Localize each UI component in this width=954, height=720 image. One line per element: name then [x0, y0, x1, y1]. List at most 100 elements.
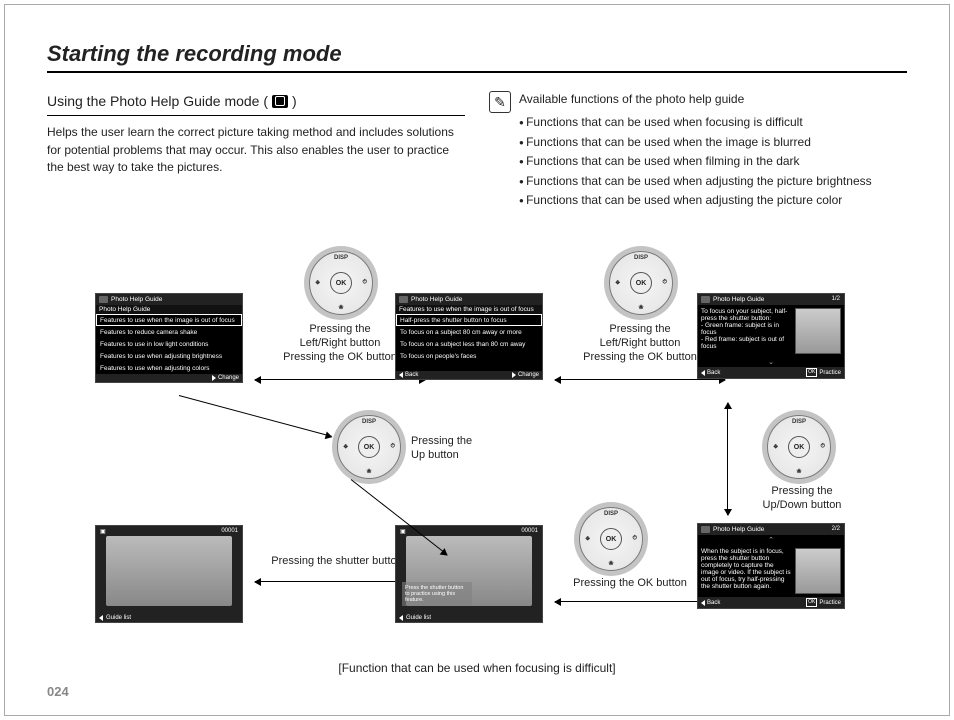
page-indicator: 1/2 — [832, 296, 840, 302]
chevron-down-icon: ⌄ — [698, 357, 844, 367]
pad-bottom-icon: ❀ — [366, 468, 371, 475]
flow-diagram: Photo Help Guide Photo Help Guide Featur… — [47, 245, 907, 675]
footer-back: Back — [405, 372, 418, 378]
ok-box-icon: OK — [806, 598, 817, 607]
guide-icon — [701, 526, 710, 533]
camera-lcd-menu-1: Photo Help Guide Photo Help Guide Featur… — [95, 293, 243, 383]
two-column-intro: Using the Photo Help Guide mode ( ) Help… — [47, 91, 907, 211]
footer-change: Change — [218, 375, 239, 381]
ok-button-icon: OK — [358, 436, 380, 458]
pad-top-label: DISP — [792, 419, 806, 425]
pad-bottom-icon: ❀ — [796, 468, 801, 475]
pad-top-label: DISP — [362, 419, 376, 425]
functions-bullet-list: Functions that can be used when focusing… — [519, 114, 907, 209]
subhead-text-prefix: Using the Photo Help Guide mode ( — [47, 91, 268, 111]
menu-row: Features to use when the image is out of… — [96, 314, 242, 326]
guide-mode-icon — [272, 95, 288, 108]
preview-image — [106, 536, 232, 606]
ok-button-icon: OK — [330, 272, 352, 294]
footer-change: Change — [518, 372, 539, 378]
left-triangle-icon — [99, 615, 103, 621]
vertical-double-arrow-icon — [727, 403, 728, 515]
nav-pad-icon: OK DISP ❀ ❖ ⏱ — [337, 415, 401, 479]
pad-right-icon: ⏱ — [362, 280, 367, 287]
note-icon: ✎ — [489, 91, 511, 113]
label-ok: Pressing the OK button — [555, 577, 705, 591]
intro-paragraph: Helps the user learn the correct picture… — [47, 124, 465, 176]
list-item: Functions that can be used when adjustin… — [519, 173, 907, 190]
list-item: Functions that can be used when the imag… — [519, 134, 907, 151]
lcd-header: Photo Help Guide — [411, 296, 462, 303]
illustration-thumbnail — [795, 308, 841, 354]
nav-pad-icon: OK DISP ❀ ❖ ⏱ — [767, 415, 831, 479]
left-column: Using the Photo Help Guide mode ( ) Help… — [47, 91, 465, 211]
guide-icon — [399, 296, 408, 303]
pad-bottom-icon: ❀ — [638, 304, 643, 311]
lcd-subheader: Photo Help Guide — [96, 305, 242, 314]
section-subheading: Using the Photo Help Guide mode ( ) — [47, 91, 465, 116]
left-triangle-icon — [701, 600, 705, 606]
list-item: Functions that can be used when adjustin… — [519, 192, 907, 209]
overlay-hint: Press the shutter button to practice usi… — [402, 582, 472, 606]
page-indicator: 2/2 — [832, 526, 840, 532]
menu-row — [396, 362, 542, 371]
chevron-up-icon: ⌃ — [698, 535, 844, 545]
manual-page: Starting the recording mode Using the Ph… — [4, 4, 950, 716]
footer-practice: Practice — [819, 600, 841, 606]
footer-guide-list: Guide list — [106, 615, 131, 621]
guide-icon — [701, 296, 710, 303]
pad-right-icon: ⏱ — [390, 444, 395, 451]
menu-row: Features to reduce camera shake — [96, 326, 242, 338]
list-item: Functions that can be used when filming … — [519, 153, 907, 170]
pad-right-icon: ⏱ — [632, 536, 637, 543]
note-heading: Available functions of the photo help gu… — [519, 91, 907, 108]
ok-button-icon: OK — [788, 436, 810, 458]
pad-left-icon: ❖ — [585, 536, 590, 543]
menu-row: Features to use in low light conditions — [96, 338, 242, 350]
menu-row: Features to use when adjusting brightnes… — [96, 350, 242, 362]
left-triangle-icon — [399, 372, 403, 378]
footer-back: Back — [707, 370, 720, 376]
shot-counter: 00001 — [221, 528, 238, 535]
shot-counter: 00001 — [521, 528, 538, 535]
ok-box-icon: OK — [806, 368, 817, 377]
footer-practice: Practice — [819, 370, 841, 376]
right-column: ✎ Available functions of the photo help … — [489, 91, 907, 211]
label-left-right-ok: Pressing the Left/Right button Pressing … — [265, 323, 415, 364]
page-number: 024 — [47, 684, 69, 699]
pad-right-icon: ⏱ — [662, 280, 667, 287]
double-arrow-icon — [555, 379, 725, 380]
camera-lcd-preview-mid: ▣00001 Press the shutter button to pract… — [395, 525, 543, 623]
pad-bottom-icon: ❀ — [608, 560, 613, 567]
camera-lcd-info-1: Photo Help Guide1/2 To focus on your sub… — [697, 293, 845, 379]
nav-pad-icon: OK DISP ❀ ❖ ⏱ — [309, 251, 373, 315]
left-triangle-icon — [399, 615, 403, 621]
right-triangle-icon — [512, 372, 516, 378]
pad-bottom-icon: ❀ — [338, 304, 343, 311]
camera-lcd-preview-left: ▣00001 Guide list — [95, 525, 243, 623]
pad-top-label: DISP — [604, 511, 618, 517]
camera-lcd-menu-2: Photo Help Guide Features to use when th… — [395, 293, 543, 380]
nav-pad-icon: OK DISP ❀ ❖ ⏱ — [579, 507, 643, 571]
camera-lcd-info-2: Photo Help Guide 2/2 ⌃ When the subject i… — [697, 523, 845, 609]
footer-guide-list: Guide list — [406, 615, 431, 621]
menu-row: Half-press the shutter button to focus — [396, 314, 542, 326]
pad-left-icon: ❖ — [773, 444, 778, 451]
lcd-header: Photo Help Guide — [713, 296, 764, 303]
label-left-right-ok: Pressing the Left/Right button Pressing … — [565, 323, 715, 364]
subhead-text-suffix: ) — [292, 91, 297, 111]
menu-row: To focus on people's faces — [396, 350, 542, 362]
lcd-body-text: When the subject is in focus, press the … — [701, 548, 792, 594]
lcd-header: Photo Help Guide — [713, 526, 764, 533]
pad-top-label: DISP — [634, 255, 648, 261]
pad-top-label: DISP — [334, 255, 348, 261]
label-up-down: Pressing the Up/Down button — [747, 485, 857, 513]
ok-button-icon: OK — [600, 528, 622, 550]
lcd-header: Photo Help Guide — [111, 296, 162, 303]
menu-row: Features to use when adjusting colors — [96, 362, 242, 374]
right-triangle-icon — [212, 375, 216, 381]
page-title: Starting the recording mode — [47, 41, 907, 73]
left-triangle-icon — [701, 370, 705, 376]
pad-left-icon: ❖ — [615, 280, 620, 287]
pad-left-icon: ❖ — [343, 444, 348, 451]
